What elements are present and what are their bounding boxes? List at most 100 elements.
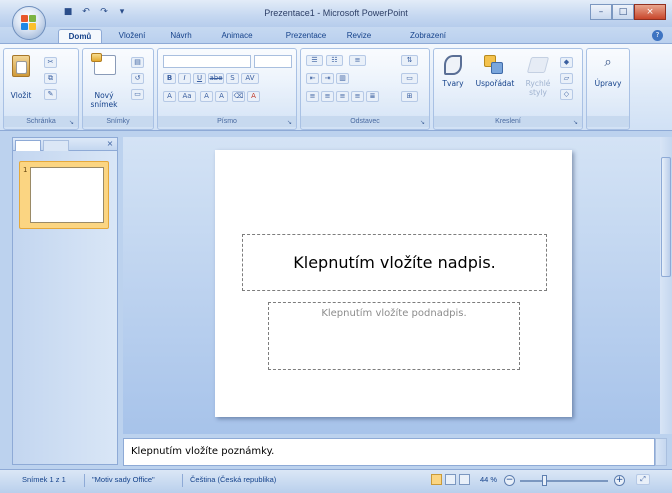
group-paragraph: ☰ ☷ ≡ ⇅ ⇤ ⇥ ▥ ▭ ≡ ≡ ≡ ≡ ≣ ⊞ Odstavec ↘ — [300, 48, 430, 130]
tab-vlozeni[interactable]: Vložení — [112, 29, 152, 43]
clipboard-launcher-icon[interactable]: ↘ — [69, 119, 76, 126]
zoom-level[interactable]: 44 % — [480, 475, 497, 484]
slide-thumbnail-selected[interactable]: 1 — [19, 161, 109, 229]
tab-prezentace[interactable]: Prezentace — [277, 29, 335, 43]
customize-qat-icon[interactable]: ▾ — [116, 6, 128, 18]
zoom-out-button[interactable]: − — [504, 475, 515, 486]
fit-to-window-icon[interactable]: ⤢ — [636, 474, 650, 485]
italic-button[interactable]: I — [178, 73, 191, 84]
increase-font-button[interactable]: A — [200, 91, 213, 102]
decrease-indent-icon[interactable]: ⇤ — [306, 73, 319, 84]
normal-view-icon[interactable] — [431, 474, 442, 485]
slide-sorter-view-icon[interactable] — [445, 474, 456, 485]
align-center-icon[interactable]: ≡ — [321, 91, 334, 102]
slideshow-view-icon[interactable] — [459, 474, 470, 485]
title-placeholder[interactable]: Klepnutím vložíte nadpis. — [242, 234, 547, 291]
bold-button[interactable]: B — [163, 73, 176, 84]
line-spacing-icon[interactable]: ≡ — [349, 55, 366, 66]
slide-canvas[interactable]: Klepnutím vložíte nadpis. Klepnutím vlož… — [215, 150, 572, 417]
format-painter-icon[interactable]: ✎ — [44, 89, 57, 100]
quick-styles-button[interactable]: Rychlé styly — [520, 53, 556, 111]
decrease-font-button[interactable]: A — [215, 91, 228, 102]
tab-revize[interactable]: Revize — [342, 29, 376, 43]
strikethrough-button[interactable]: abe — [208, 73, 224, 84]
shape-fill-icon[interactable]: ◆ — [560, 57, 573, 68]
notes-placeholder: Klepnutím vložíte poznámky. — [131, 446, 275, 457]
paragraph-launcher-icon[interactable]: ↘ — [420, 119, 427, 126]
quick-styles-label: Rychlé styly — [525, 79, 551, 97]
undo-icon[interactable]: ↶ — [80, 6, 92, 18]
bullets-icon[interactable]: ☰ — [306, 55, 323, 66]
minimize-button[interactable]: – — [590, 4, 612, 20]
paste-label: Vložit — [10, 91, 32, 100]
slide-editing-area: Klepnutím vložíte nadpis. Klepnutím vlož… — [123, 137, 660, 434]
new-slide-button[interactable]: Nový snímek — [85, 53, 123, 111]
align-right-icon[interactable]: ≡ — [336, 91, 349, 102]
font-color-button[interactable]: A — [247, 91, 260, 102]
slide-thumbnail[interactable] — [30, 167, 104, 223]
slides-pane-tabs: × — [13, 138, 117, 151]
numbering-icon[interactable]: ☷ — [326, 55, 343, 66]
help-icon[interactable]: ? — [652, 30, 663, 41]
font-name-combo[interactable] — [163, 55, 251, 68]
arrange-icon — [484, 55, 504, 75]
subtitle-placeholder[interactable]: Klepnutím vložíte podnadpis. — [268, 302, 520, 370]
align-text-icon[interactable]: ▭ — [401, 73, 418, 84]
columns-icon[interactable]: ▥ — [336, 73, 349, 84]
increase-indent-icon[interactable]: ⇥ — [321, 73, 334, 84]
tab-domu[interactable]: Domů — [58, 29, 102, 43]
drawing-launcher-icon[interactable]: ↘ — [573, 119, 580, 126]
align-left-icon[interactable]: ≡ — [306, 91, 319, 102]
character-spacing-button[interactable]: AV — [241, 73, 259, 84]
distributed-icon[interactable]: ≣ — [366, 91, 379, 102]
clear-formatting-icon[interactable]: ⌫ — [232, 91, 245, 102]
close-button[interactable]: × — [634, 4, 666, 20]
reset-icon[interactable]: ↺ — [131, 73, 144, 84]
title-bar: Prezentace1 - Microsoft PowerPoint ■ ↶ ↷… — [0, 0, 672, 27]
zoom-slider[interactable] — [520, 480, 608, 482]
shapes-icon — [444, 55, 462, 75]
underline-button[interactable]: U — [193, 73, 206, 84]
close-pane-icon[interactable]: × — [105, 139, 115, 149]
delete-slide-icon[interactable]: ▭ — [131, 89, 144, 100]
office-button[interactable] — [12, 6, 46, 40]
smartart-icon[interactable]: ⊞ — [401, 91, 418, 102]
language[interactable]: Čeština (Česká republika) — [190, 475, 276, 484]
scrollbar-thumb[interactable] — [661, 157, 671, 277]
status-separator — [182, 474, 183, 487]
font-size-combo[interactable] — [254, 55, 292, 68]
zoom-slider-knob[interactable] — [542, 475, 547, 486]
cut-icon[interactable]: ✂ — [44, 57, 57, 68]
redo-icon[interactable]: ↷ — [98, 6, 110, 18]
layout-icon[interactable]: ▤ — [131, 57, 144, 68]
shapes-button[interactable]: Tvary — [436, 53, 470, 111]
zoom-in-button[interactable]: + — [614, 475, 625, 486]
group-clipboard: Vložit ✂ ⧉ ✎ Schránka ↘ — [3, 48, 79, 130]
shape-effects-icon[interactable]: ◇ — [560, 89, 573, 100]
tab-navrh[interactable]: Návrh — [164, 29, 198, 43]
theme-name[interactable]: "Motiv sady Office" — [92, 475, 155, 484]
quick-styles-icon — [526, 57, 550, 73]
vertical-scrollbar[interactable] — [660, 137, 672, 434]
tab-animace[interactable]: Animace — [215, 29, 259, 43]
justify-icon[interactable]: ≡ — [351, 91, 364, 102]
font-launcher-icon[interactable]: ↘ — [287, 119, 294, 126]
tab-slides-thumbnails[interactable] — [15, 140, 41, 151]
change-case-button[interactable]: Aa — [178, 91, 196, 102]
paste-button[interactable]: Vložit — [6, 53, 36, 111]
text-direction-icon[interactable]: ⇅ — [401, 55, 418, 66]
grow-font-button[interactable]: A — [163, 91, 176, 102]
save-icon[interactable]: ■ — [62, 6, 74, 18]
editing-button[interactable]: ⌕ Úpravy — [589, 53, 627, 111]
new-slide-label: Nový snímek — [90, 91, 118, 109]
notes-scrollbar[interactable] — [655, 438, 667, 466]
tab-zobrazeni[interactable]: Zobrazení — [400, 29, 456, 43]
shape-outline-icon[interactable]: ▱ — [560, 73, 573, 84]
tab-outline[interactable] — [43, 140, 69, 151]
notes-pane[interactable]: Klepnutím vložíte poznámky. — [123, 438, 655, 466]
maximize-button[interactable]: □ — [612, 4, 634, 20]
arrange-button[interactable]: Uspořádat — [472, 53, 518, 111]
shadow-button[interactable]: S — [226, 73, 239, 84]
group-label-paragraph: Odstavec — [301, 116, 429, 127]
copy-icon[interactable]: ⧉ — [44, 73, 57, 84]
